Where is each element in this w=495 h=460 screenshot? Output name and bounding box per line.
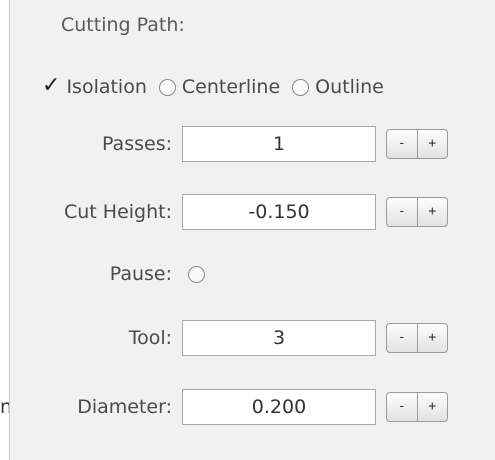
- diameter-field[interactable]: 0.200: [182, 389, 376, 425]
- pause-row: Pause:: [10, 254, 495, 294]
- cut-height-label: Cut Height:: [63, 201, 172, 223]
- diameter-increment-button[interactable]: +: [418, 393, 448, 421]
- cutting-path-title: Cutting Path:: [61, 14, 185, 36]
- tool-stepper: - +: [386, 323, 448, 353]
- cutting-path-options: ✓ Isolation Centerline Outline: [42, 72, 392, 102]
- diameter-row: Diameter: 0.200 - +: [10, 387, 495, 427]
- tool-increment-button[interactable]: +: [418, 324, 448, 352]
- option-outline-label: Outline: [315, 76, 384, 98]
- tool-row: Tool: 3 - +: [10, 318, 495, 358]
- option-centerline[interactable]: Centerline: [155, 76, 280, 98]
- diameter-label: Diameter:: [77, 396, 172, 418]
- diameter-stepper: - +: [386, 392, 448, 422]
- cut-height-field[interactable]: -0.150: [182, 194, 376, 230]
- passes-label: Passes:: [101, 133, 172, 155]
- passes-increment-button[interactable]: +: [418, 130, 448, 158]
- cut-height-increment-button[interactable]: +: [418, 198, 448, 226]
- checkmark-icon: ✓: [42, 73, 61, 98]
- tool-decrement-button[interactable]: -: [387, 324, 418, 352]
- radio-circle-icon: [188, 266, 205, 283]
- option-outline[interactable]: Outline: [288, 76, 384, 98]
- radio-circle-icon: [292, 78, 310, 96]
- pause-label: Pause:: [109, 263, 172, 285]
- diameter-decrement-button[interactable]: -: [387, 393, 418, 421]
- cutting-settings-panel: Cutting Path: ✓ Isolation Centerline Out…: [9, 0, 495, 460]
- passes-row: Passes: 1 - +: [10, 124, 495, 164]
- passes-field[interactable]: 1: [182, 126, 376, 162]
- cut-height-row: Cut Height: -0.150 - +: [10, 192, 495, 232]
- option-isolation[interactable]: ✓ Isolation: [42, 73, 147, 99]
- option-centerline-label: Centerline: [181, 76, 281, 98]
- pause-toggle[interactable]: [188, 266, 205, 287]
- option-isolation-label: Isolation: [66, 76, 147, 98]
- passes-decrement-button[interactable]: -: [387, 130, 418, 158]
- radio-circle-icon: [158, 78, 176, 96]
- tool-label: Tool:: [128, 327, 172, 349]
- cut-height-decrement-button[interactable]: -: [387, 198, 418, 226]
- tool-field[interactable]: 3: [182, 320, 376, 356]
- cut-height-stepper: - +: [386, 197, 448, 227]
- clipped-label-fragment: n: [0, 396, 9, 418]
- passes-stepper: - +: [386, 129, 448, 159]
